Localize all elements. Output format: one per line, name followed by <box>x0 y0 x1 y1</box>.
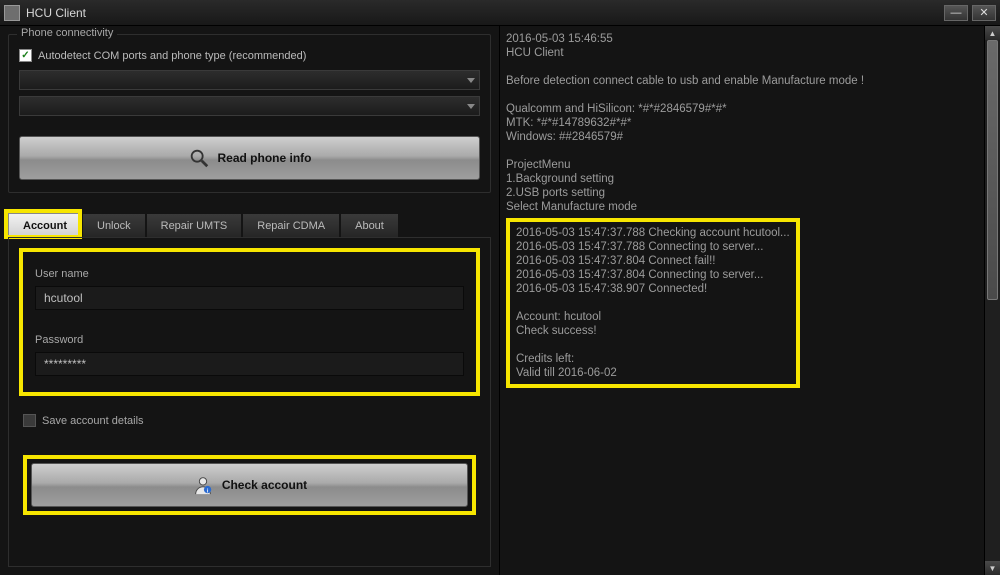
password-input[interactable] <box>35 352 464 376</box>
password-label: Password <box>35 334 464 346</box>
close-button[interactable]: ✕ <box>972 5 996 21</box>
autodetect-row[interactable]: Autodetect COM ports and phone type (rec… <box>19 49 480 62</box>
check-account-highlight: i Check account <box>23 455 476 515</box>
app-window: HCU Client — ✕ Phone connectivity Autode… <box>0 0 1000 575</box>
tab-repair-cdma[interactable]: Repair CDMA <box>242 213 340 237</box>
username-input[interactable] <box>35 286 464 310</box>
scroll-up-arrow[interactable]: ▲ <box>985 26 1000 40</box>
account-panel: User name Password Save account details … <box>8 237 491 567</box>
left-pane: Phone connectivity Autodetect COM ports … <box>0 26 499 575</box>
log-pre: 2016-05-03 15:46:55 HCU Client Before de… <box>506 33 864 213</box>
tab-bar: Account Unlock Repair UMTS Repair CDMA A… <box>8 213 491 237</box>
window-title: HCU Client <box>26 6 940 20</box>
phone-connectivity-group: Phone connectivity Autodetect COM ports … <box>8 34 491 193</box>
com-port-dropdown[interactable] <box>19 70 480 90</box>
phone-connectivity-title: Phone connectivity <box>17 27 117 39</box>
tab-account[interactable]: Account <box>8 213 82 237</box>
check-account-button[interactable]: i Check account <box>31 463 468 507</box>
save-account-row[interactable]: Save account details <box>23 414 476 427</box>
log-pane: 2016-05-03 15:46:55 HCU Client Before de… <box>499 26 1000 575</box>
user-icon: i <box>192 474 214 496</box>
app-icon <box>4 5 20 21</box>
content-area: Phone connectivity Autodetect COM ports … <box>0 26 1000 575</box>
scroll-down-arrow[interactable]: ▼ <box>985 561 1000 575</box>
log-scrollbar[interactable]: ▲ ▼ <box>984 26 1000 575</box>
read-phone-info-label: Read phone info <box>218 151 312 165</box>
save-account-checkbox[interactable] <box>23 414 36 427</box>
check-account-label: Check account <box>222 478 307 492</box>
log-highlight-box: 2016-05-03 15:47:37.788 Checking account… <box>506 218 800 388</box>
phone-type-dropdown[interactable] <box>19 96 480 116</box>
search-icon <box>188 147 210 169</box>
log-highlight-text: 2016-05-03 15:47:37.788 Checking account… <box>516 227 790 379</box>
save-account-label: Save account details <box>42 415 144 427</box>
tab-repair-umts[interactable]: Repair UMTS <box>146 213 243 237</box>
username-label: User name <box>35 268 464 280</box>
minimize-button[interactable]: — <box>944 5 968 21</box>
tab-unlock[interactable]: Unlock <box>82 213 146 237</box>
titlebar[interactable]: HCU Client — ✕ <box>0 0 1000 26</box>
credentials-highlight: User name Password <box>19 248 480 396</box>
autodetect-label: Autodetect COM ports and phone type (rec… <box>38 50 306 62</box>
scroll-thumb[interactable] <box>987 40 998 300</box>
tab-about[interactable]: About <box>340 213 399 237</box>
read-phone-info-button[interactable]: Read phone info <box>19 136 480 180</box>
autodetect-checkbox[interactable] <box>19 49 32 62</box>
log-output[interactable]: 2016-05-03 15:46:55 HCU Client Before de… <box>506 32 994 569</box>
